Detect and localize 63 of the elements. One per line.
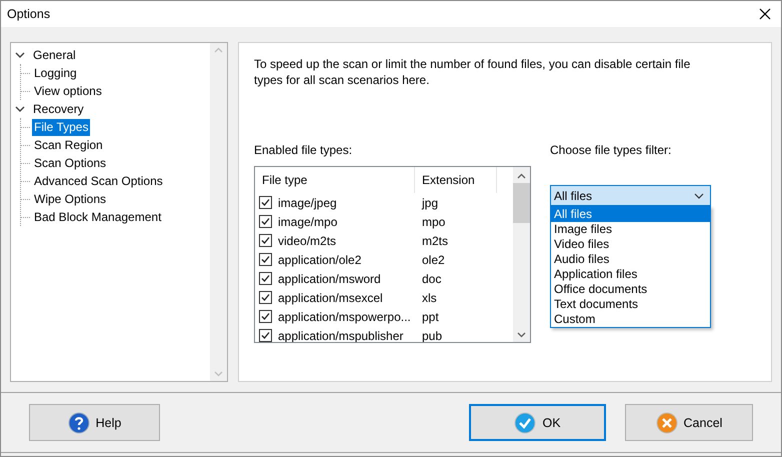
file-types-label: Enabled file types: [254, 143, 354, 157]
help-icon [68, 412, 90, 434]
checkbox[interactable] [259, 234, 272, 247]
tree-item[interactable]: Scan Region [32, 136, 105, 154]
tree-item[interactable]: Logging [32, 64, 79, 82]
table-cell-text: ole2 [421, 252, 445, 266]
checkbox[interactable] [259, 253, 272, 266]
checkbox[interactable] [259, 272, 272, 285]
scrollbar[interactable] [513, 167, 530, 342]
table-cell: image/jpeg [278, 196, 337, 210]
filter-label: Choose file types filter: [550, 143, 672, 157]
checkbox[interactable] [259, 310, 272, 323]
dropdown-option[interactable]: Office documents [551, 282, 710, 297]
table-cell-text: jpg [420, 196, 438, 210]
table-cell-text: pub [421, 328, 442, 342]
table-cell: application/msword [278, 272, 381, 286]
tree-item[interactable]: File Types [32, 118, 90, 136]
window-title: Options [7, 7, 50, 21]
table-cell: video/m2ts [278, 234, 336, 248]
table-cell-text: doc [421, 272, 442, 286]
scroll-up-icon[interactable] [517, 173, 526, 179]
scroll-down-icon[interactable] [517, 332, 526, 338]
expand-chevron-icon[interactable] [15, 50, 25, 60]
ok-button[interactable]: OK [469, 404, 606, 441]
help-button[interactable]: Help [29, 404, 160, 441]
checkbox[interactable] [259, 291, 272, 304]
cancel-icon [656, 412, 678, 434]
column-header[interactable]: Extension [415, 167, 497, 193]
tree-item[interactable]: Bad Block Management [32, 208, 164, 226]
description-text: To speed up the scan or limit the number of found files, you can disable certain file types for all scan scenarios here. [254, 56, 692, 88]
checkbox[interactable] [259, 215, 272, 228]
column-header[interactable]: File type [255, 167, 415, 193]
dropdown-option[interactable]: Application files [551, 267, 710, 282]
table-cell: application/mspowerpo... [278, 310, 411, 324]
dropdown-option[interactable]: Custom [551, 312, 710, 327]
cancel-button[interactable]: Cancel [625, 404, 753, 441]
table-cell-text: mpo [421, 214, 446, 228]
table-cell-text: xls [421, 290, 437, 304]
table-cell: image/mpo [278, 214, 338, 228]
dropdown-option[interactable]: All files [551, 207, 710, 222]
filter-dropdown[interactable]: All files [550, 185, 711, 206]
checkbox[interactable] [259, 196, 272, 209]
chevron-down-icon [694, 192, 704, 198]
table-cell: application/ole2 [278, 252, 362, 266]
tree-item[interactable]: View options [32, 82, 104, 100]
tree-item[interactable]: Wipe Options [32, 190, 108, 208]
tree-item[interactable]: Scan Options [32, 154, 108, 172]
tree-item[interactable]: Advanced Scan Options [32, 172, 165, 190]
dropdown-option[interactable]: Video files [551, 237, 710, 252]
table-cell-text: ppt [421, 310, 439, 324]
table-cell: application/msexcel [278, 290, 383, 304]
tree-item[interactable]: General [31, 46, 78, 64]
scroll-thumb[interactable] [513, 183, 530, 223]
tree-item[interactable]: Recovery [31, 100, 86, 118]
checkmark-icon [514, 412, 536, 434]
dropdown-option[interactable]: Audio files [551, 252, 710, 267]
table-cell-text: m2ts [421, 234, 448, 248]
dropdown-option[interactable]: Image files [551, 222, 710, 237]
checkbox[interactable] [259, 329, 272, 342]
table-cell: application/mspublisher [278, 328, 404, 342]
close-icon[interactable] [759, 8, 771, 20]
expand-chevron-icon[interactable] [15, 104, 25, 114]
dropdown-option[interactable]: Text documents [551, 297, 710, 312]
